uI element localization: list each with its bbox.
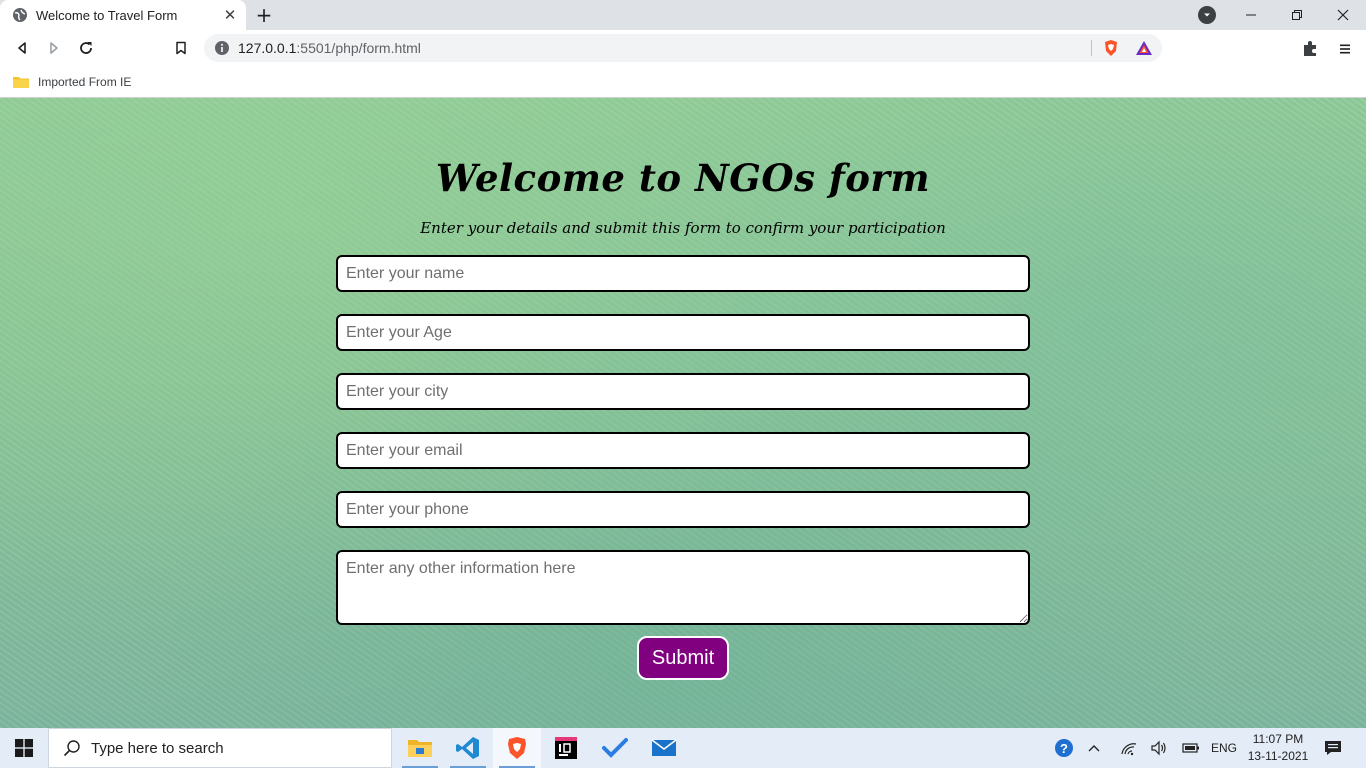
other-info-textarea[interactable]: [336, 550, 1030, 625]
brave-shields-icon[interactable]: [1102, 39, 1120, 57]
name-input[interactable]: [336, 255, 1030, 292]
battery-tray[interactable]: [1180, 728, 1202, 768]
browser-toolbar: 127.0.0.1:5501/php/form.html: [0, 30, 1366, 66]
clock-time: 11:07 PM: [1252, 732, 1304, 746]
page-viewport: Welcome to NGOs form Enter your details …: [0, 98, 1366, 728]
puzzle-icon: [1304, 41, 1316, 56]
chevron-down-icon: [1204, 13, 1210, 17]
bookmark-icon: [176, 41, 186, 55]
restore-button[interactable]: [1274, 0, 1320, 30]
windows-taskbar: Type here to search ? ENG 11:07 PM 13-11…: [0, 728, 1366, 768]
todo-icon: [602, 738, 628, 758]
start-button[interactable]: [0, 728, 48, 768]
phone-input[interactable]: [336, 491, 1030, 528]
intellij-icon: [555, 737, 577, 759]
wifi-icon: [1121, 743, 1137, 756]
forward-arrow-icon: [50, 42, 58, 54]
forward-button[interactable]: [42, 36, 66, 60]
mail-app[interactable]: [640, 728, 688, 768]
help-tray[interactable]: ?: [1052, 728, 1076, 768]
extensions-button[interactable]: [1300, 38, 1322, 60]
browser-tab[interactable]: Welcome to Travel Form ✕: [0, 0, 246, 30]
battery-icon: [1182, 743, 1199, 753]
todo-app[interactable]: [591, 728, 639, 768]
vscode-icon: [456, 737, 479, 759]
speaker-icon: [1151, 740, 1166, 756]
url-path: :5501/php/form.html: [296, 40, 421, 56]
back-button[interactable]: [10, 36, 34, 60]
address-bar[interactable]: 127.0.0.1:5501/php/form.html: [204, 34, 1162, 62]
chevron-up-icon: [1088, 745, 1100, 752]
search-icon: [63, 739, 81, 757]
restore-icon: [1292, 10, 1302, 20]
globe-icon: [12, 7, 28, 23]
taskbar-clock[interactable]: 11:07 PM 13-11-2021: [1240, 731, 1316, 765]
reload-button[interactable]: [74, 36, 98, 60]
page-subtitle: Enter your details and submit this form …: [420, 219, 946, 237]
url-host: 127.0.0.1: [238, 40, 297, 56]
back-arrow-icon: [18, 42, 26, 54]
language-label: ENG: [1210, 741, 1237, 755]
email-input[interactable]: [336, 432, 1030, 469]
show-hidden-icons-button[interactable]: [1084, 728, 1104, 768]
city-input[interactable]: [336, 373, 1030, 410]
file-explorer-icon: [408, 740, 432, 757]
close-tab-icon[interactable]: ✕: [220, 5, 240, 25]
tab-search-button[interactable]: [1198, 6, 1216, 24]
windows-logo-icon: [15, 739, 33, 757]
vscode-app[interactable]: [444, 728, 492, 768]
folder-icon: [12, 75, 30, 89]
bookmark-label: Imported From IE: [38, 75, 132, 89]
minimize-button[interactable]: [1228, 0, 1274, 30]
hamburger-icon: [1340, 44, 1350, 54]
bookmark-folder-imported[interactable]: Imported From IE: [12, 72, 131, 92]
notification-icon: [1325, 741, 1341, 755]
mail-icon: [651, 739, 677, 756]
browser-menu-button[interactable]: [1334, 38, 1356, 60]
minimize-icon: [1246, 14, 1256, 16]
volume-tray[interactable]: [1148, 728, 1170, 768]
action-center-button[interactable]: [1320, 728, 1346, 768]
language-indicator[interactable]: ENG: [1208, 728, 1240, 768]
help-icon: ?: [1055, 739, 1073, 757]
close-window-button[interactable]: [1320, 0, 1366, 30]
reload-icon: [80, 42, 92, 54]
submit-button[interactable]: Submit: [637, 636, 729, 680]
info-icon[interactable]: [214, 40, 230, 56]
url-text[interactable]: 127.0.0.1:5501/php/form.html: [238, 40, 421, 56]
file-explorer-app[interactable]: [396, 728, 444, 768]
svg-text:?: ?: [1060, 741, 1068, 756]
intellij-app[interactable]: [542, 728, 590, 768]
brave-icon: [508, 737, 526, 759]
close-icon: [1337, 9, 1349, 21]
age-input[interactable]: [336, 314, 1030, 351]
network-tray[interactable]: [1118, 728, 1140, 768]
brave-rewards-icon[interactable]: [1135, 39, 1153, 57]
bookmarks-bar: Imported From IE: [0, 66, 1366, 98]
tab-title: Welcome to Travel Form: [36, 7, 178, 23]
omnibox-divider: [1091, 40, 1092, 56]
search-placeholder: Type here to search: [91, 739, 224, 757]
tab-strip: Welcome to Travel Form ✕ +: [0, 0, 1366, 30]
taskbar-search[interactable]: Type here to search: [48, 728, 392, 768]
clock-date: 13-11-2021: [1247, 749, 1309, 763]
page-title: Welcome to NGOs form: [435, 156, 931, 200]
new-tab-button[interactable]: +: [252, 3, 276, 27]
bookmark-button[interactable]: [169, 36, 193, 60]
brave-app[interactable]: [493, 728, 541, 768]
